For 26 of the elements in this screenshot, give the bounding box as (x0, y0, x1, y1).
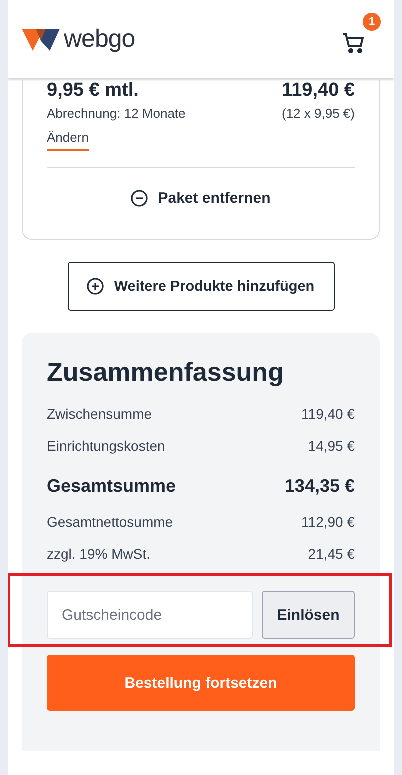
price-breakdown: (12 x 9,95 €) (282, 106, 355, 121)
total-value: 134,35 € (284, 476, 355, 497)
cart-count-badge: 1 (362, 12, 382, 32)
remove-package-button[interactable]: Paket entfernen (131, 168, 271, 239)
summary-label: Zwischensumme (47, 406, 152, 422)
change-link[interactable]: Ändern (47, 130, 89, 151)
summary-label: Gesamtnettosumme (47, 514, 174, 530)
cart-icon[interactable] (342, 32, 366, 54)
redeem-button[interactable]: Einlösen (262, 591, 355, 639)
logo-icon (22, 27, 60, 51)
total-price: 119,40 € (282, 80, 355, 102)
summary-label: Einrichtungskosten (47, 438, 166, 454)
plus-circle-icon (87, 278, 104, 295)
total-label: Gesamtsumme (47, 476, 176, 497)
minus-circle-icon (131, 190, 148, 207)
summary-value: 112,90 € (302, 514, 355, 530)
monthly-price: 9,95 € mtl. (47, 80, 139, 102)
summary-title: Zusammenfassung (47, 357, 285, 388)
logo-text: webgo (64, 24, 136, 54)
voucher-code-field[interactable]: Gutscheincode (47, 591, 253, 639)
add-products-button[interactable]: Weitere Produkte hinzufügen (68, 262, 334, 311)
summary-label: zzgl. 19% MwSt. (47, 546, 150, 562)
billing-period: Abrechnung: 12 Monate (47, 106, 186, 121)
summary-value: 21,45 € (308, 546, 355, 562)
summary-value: 14,95 € (308, 438, 355, 454)
summary-value: 119,40 € (302, 406, 355, 422)
